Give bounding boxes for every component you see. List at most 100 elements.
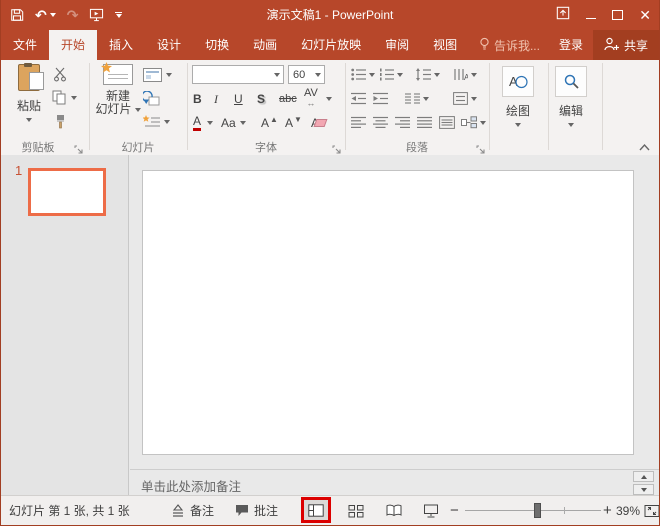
font-color-button[interactable]: A — [193, 114, 201, 131]
align-right-button[interactable] — [395, 116, 410, 134]
text-shadow-button[interactable]: S — [257, 90, 265, 108]
slide-thumbnail-1[interactable] — [28, 168, 106, 216]
text-direction-button[interactable]: A — [453, 68, 477, 81]
distribute-button[interactable] — [439, 116, 455, 134]
bold-button[interactable]: B — [193, 90, 202, 108]
reset-button[interactable] — [143, 91, 160, 111]
format-painter-icon — [53, 114, 68, 129]
zoom-level[interactable]: 39% — [616, 496, 640, 525]
justify-button[interactable] — [417, 116, 432, 134]
tab-design[interactable]: 设计 — [145, 30, 193, 60]
editing-caret — [568, 123, 574, 127]
copy-button[interactable] — [52, 90, 77, 105]
tab-file[interactable]: 文件 — [1, 30, 49, 60]
shrink-font-arrow: ▼ — [294, 115, 302, 124]
slide-number: 1 — [15, 163, 22, 178]
maximize-icon[interactable] — [612, 10, 623, 20]
slide-canvas[interactable] — [142, 170, 634, 455]
reading-view-button[interactable] — [381, 498, 407, 523]
character-spacing-button[interactable]: AV↔ — [304, 88, 318, 106]
columns-button[interactable] — [405, 92, 429, 105]
format-painter-button[interactable] — [53, 114, 68, 134]
change-case-caret — [240, 121, 246, 125]
font-size-value: 60 — [289, 69, 305, 81]
line-spacing-button[interactable] — [415, 68, 440, 81]
cut-button[interactable] — [53, 67, 68, 87]
tell-me-box[interactable]: 告诉我... — [470, 30, 549, 60]
font-color-caret[interactable] — [207, 121, 213, 125]
justify-icon — [417, 116, 432, 129]
tab-insert[interactable]: 插入 — [97, 30, 145, 60]
svg-text:A: A — [464, 73, 468, 81]
layout-button[interactable] — [143, 68, 172, 82]
underline-button[interactable]: U — [234, 90, 243, 108]
section-button[interactable] — [143, 115, 170, 128]
zoom-slider-track[interactable] — [465, 510, 601, 511]
clipboard-group-label: 剪贴板 — [1, 139, 75, 155]
char-spacing-caret[interactable] — [326, 97, 332, 101]
shrink-font-button[interactable]: A▼ — [285, 114, 302, 132]
smartart-convert-button[interactable] — [461, 116, 486, 129]
collapse-ribbon-button[interactable] — [639, 138, 650, 156]
tab-animations[interactable]: 动画 — [241, 30, 289, 60]
new-slide-label-2: 幻灯片 — [95, 103, 131, 116]
bullets-button[interactable] — [351, 68, 375, 81]
tab-review[interactable]: 审阅 — [373, 30, 421, 60]
bullets-icon — [351, 68, 366, 81]
zoom-out-button[interactable]: − — [450, 496, 459, 525]
zoom-slider-handle[interactable] — [534, 503, 541, 518]
tab-transitions[interactable]: 切换 — [193, 30, 241, 60]
normal-view-button[interactable] — [303, 498, 329, 523]
tab-view[interactable]: 视图 — [421, 30, 469, 60]
slide-sorter-view-button[interactable] — [343, 498, 369, 523]
eraser-icon — [314, 119, 328, 127]
share-button[interactable]: 共享 — [593, 30, 659, 60]
comments-toggle-button[interactable]: 批注 — [235, 496, 278, 525]
font-size-combobox[interactable]: 60 — [288, 65, 325, 84]
columns-caret — [423, 97, 429, 101]
minimize-icon[interactable] — [586, 18, 596, 19]
change-case-button[interactable]: Aa — [221, 114, 246, 132]
align-right-icon — [395, 116, 410, 129]
decrease-indent-icon — [351, 92, 366, 105]
new-slide-caret — [135, 108, 141, 112]
reset-icon — [143, 91, 160, 106]
editing-group-button[interactable]: 编辑 — [554, 66, 588, 127]
lightbulb-icon — [479, 37, 490, 54]
ribbon-home: 粘贴 剪贴板 新建 幻灯片 — [1, 60, 659, 156]
notes-placeholder[interactable]: 单击此处添加备注 — [141, 476, 241, 495]
font-size-caret — [315, 73, 321, 77]
align-text-button[interactable] — [453, 92, 477, 105]
next-slide-button[interactable] — [633, 484, 654, 495]
font-name-combobox[interactable] — [192, 65, 284, 84]
numbering-button[interactable] — [379, 68, 403, 81]
increase-indent-button[interactable] — [373, 92, 388, 110]
align-left-button[interactable] — [351, 116, 366, 134]
tab-slideshow[interactable]: 幻灯片放映 — [289, 30, 373, 60]
clear-formatting-button[interactable]: A — [311, 116, 319, 134]
notes-toggle-label: 备注 — [190, 502, 214, 519]
tab-home[interactable]: 开始 — [49, 30, 97, 60]
previous-slide-button[interactable] — [633, 471, 654, 482]
grow-font-button[interactable]: A▲ — [261, 114, 278, 132]
strikethrough-button[interactable]: abc — [279, 90, 297, 108]
ribbon-display-options-icon[interactable] — [556, 6, 570, 25]
notes-toggle-button[interactable]: 备注 — [171, 496, 214, 525]
close-icon[interactable]: ✕ — [639, 8, 651, 22]
italic-button[interactable]: I — [214, 90, 218, 108]
align-center-button[interactable] — [373, 116, 388, 134]
decrease-indent-button[interactable] — [351, 92, 366, 110]
new-slide-button[interactable]: 新建 幻灯片 — [95, 64, 141, 116]
notes-pane-divider[interactable] — [130, 469, 659, 470]
slideshow-view-icon — [423, 504, 439, 518]
paste-button[interactable]: 粘贴 — [9, 64, 49, 122]
drawing-icon: A — [502, 66, 534, 97]
numbering-caret — [397, 73, 403, 77]
powerpoint-window: ↶ ↷ 演示文稿1 - PowerPoint ✕ 文件 开始 插入 设计 切换 … — [0, 0, 660, 526]
sign-in-button[interactable]: 登录 — [549, 30, 593, 60]
drawing-group-button[interactable]: A 绘图 — [501, 66, 535, 127]
slideshow-view-button[interactable] — [418, 498, 444, 523]
zoom-in-button[interactable]: + — [603, 496, 612, 525]
fit-slide-to-window-button[interactable] — [639, 498, 660, 523]
new-slide-icon — [103, 64, 133, 85]
